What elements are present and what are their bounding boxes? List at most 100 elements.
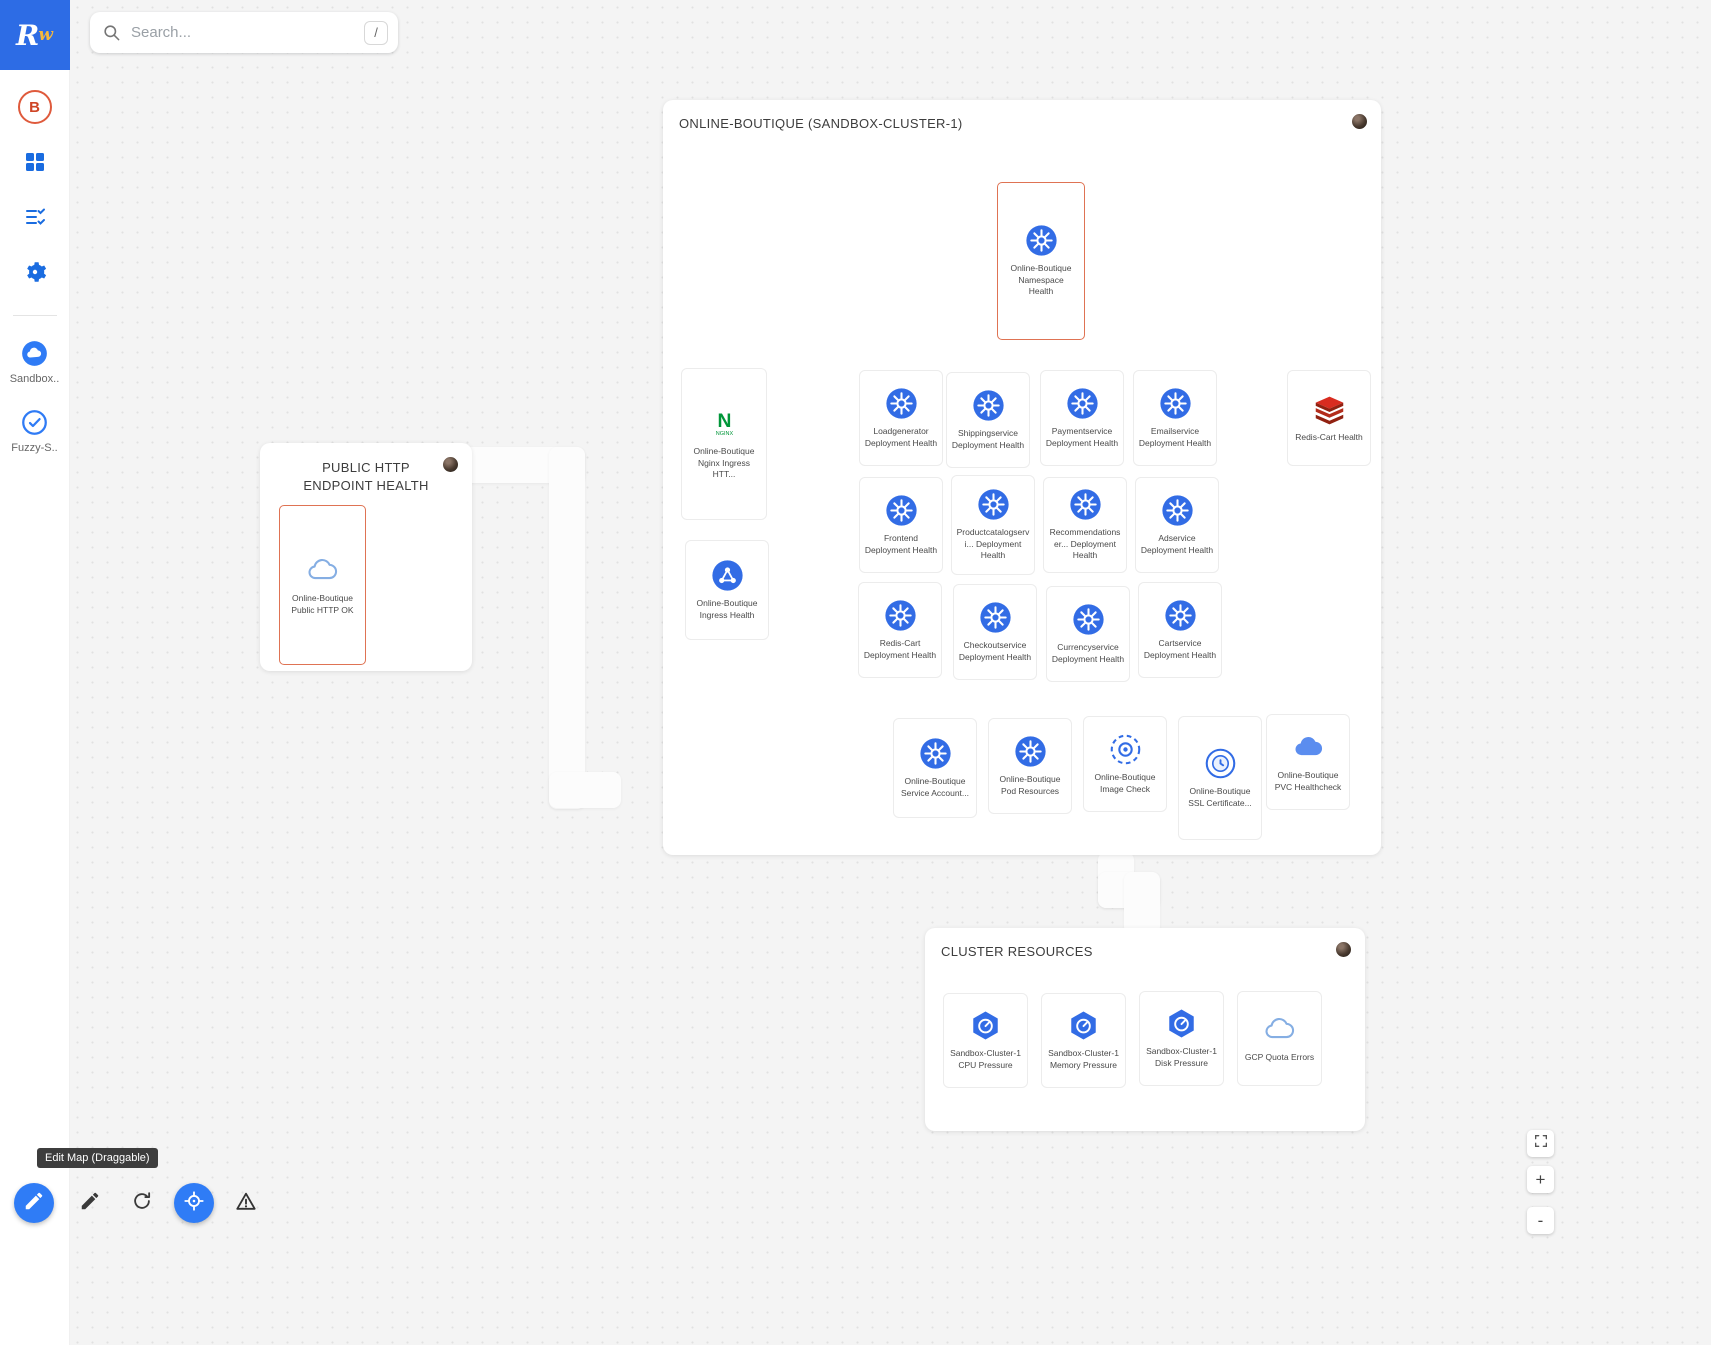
workspace-label: Sandbox.. xyxy=(10,373,60,385)
logo-letter-w: w xyxy=(38,25,53,45)
k8s-icon xyxy=(884,599,917,632)
node-label: Recommendationser... Deployment Health xyxy=(1048,527,1122,563)
sidebar-item-settings[interactable] xyxy=(20,259,50,289)
search-icon xyxy=(102,23,121,42)
warnings-button[interactable] xyxy=(226,1183,266,1223)
group-public-http[interactable]: PUBLIC HTTP ENDPOINT HEALTHOnline-Boutiq… xyxy=(260,443,472,671)
sidebar-item-workspace-sandbox[interactable]: Sandbox.. xyxy=(10,340,60,385)
sidebar-item-workspace-fuzzy[interactable]: Fuzzy-S.. xyxy=(11,409,57,454)
search-input[interactable] xyxy=(131,24,354,41)
zoom-in-button[interactable]: + xyxy=(1527,1166,1554,1193)
k8s-icon xyxy=(1025,224,1058,257)
fit-view-button[interactable] xyxy=(1527,1130,1554,1157)
map-node-shippingservice-deployment[interactable]: Shippingservice Deployment Health xyxy=(946,372,1030,468)
map-node-adservice-deployment[interactable]: Adservice Deployment Health xyxy=(1135,477,1219,573)
map-node-pvc-healthcheck[interactable]: Online-Boutique PVC Healthcheck xyxy=(1266,714,1350,810)
svg-text:N: N xyxy=(717,411,731,432)
sidebar-item-map[interactable] xyxy=(20,149,50,179)
nginx-icon: NNGINX xyxy=(708,407,741,440)
locate-button[interactable] xyxy=(174,1183,214,1223)
group-title: ONLINE-BOUTIQUE (SANDBOX-CLUSTER-1) xyxy=(679,115,1341,133)
warning-icon xyxy=(235,1190,257,1217)
k8s-icon xyxy=(1072,603,1105,636)
node-label: Online-Boutique Pod Resources xyxy=(993,774,1067,798)
map-node-emailservice-deployment[interactable]: Emailservice Deployment Health xyxy=(1133,370,1217,466)
k8s-icon xyxy=(972,389,1005,422)
node-label: Sandbox-Cluster-1 CPU Pressure xyxy=(948,1048,1023,1072)
map-node-service-accounts[interactable]: Online-Boutique Service Account... xyxy=(893,718,977,818)
group-cluster-resources[interactable]: CLUSTER RESOURCESSandbox-Cluster-1 CPU P… xyxy=(925,928,1365,1131)
map-node-productcatalog-deployment[interactable]: Productcatalogservi... Deployment Health xyxy=(951,475,1035,575)
search-shortcut-badge: / xyxy=(364,21,388,45)
connector-pipe xyxy=(1124,872,1160,934)
k8s-icon xyxy=(1164,599,1197,632)
group-owner-avatar xyxy=(1352,114,1367,129)
node-label: Paymentservice Deployment Health xyxy=(1045,426,1119,450)
node-label: Online-Boutique SSL Certificate... xyxy=(1183,786,1257,810)
ingress-icon xyxy=(711,559,744,592)
k8s-icon xyxy=(919,737,952,770)
connector-pipe xyxy=(549,447,585,809)
search-bar[interactable]: / xyxy=(90,12,398,53)
workspace-label: Fuzzy-S.. xyxy=(11,442,57,454)
sidebar: Rw B Sandbox.. Fuzzy-S.. xyxy=(0,0,70,1345)
node-label: Redis-Cart Deployment Health xyxy=(863,638,937,662)
map-node-cartservice-deployment[interactable]: Cartservice Deployment Health xyxy=(1138,582,1222,678)
map-node-redis-cart-health[interactable]: Redis-Cart Health xyxy=(1287,370,1371,466)
map-node-image-check[interactable]: Online-Boutique Image Check xyxy=(1083,716,1167,812)
map-node-pod-resources[interactable]: Online-Boutique Pod Resources xyxy=(988,718,1072,814)
reset-view-button[interactable] xyxy=(122,1183,162,1223)
hexagon-icon xyxy=(1165,1007,1198,1040)
hexagon-icon xyxy=(1067,1009,1100,1042)
map-node-gcp-quota-errors[interactable]: GCP Quota Errors xyxy=(1237,991,1322,1086)
node-label: Emailservice Deployment Health xyxy=(1138,426,1212,450)
map-node-paymentservice-deployment[interactable]: Paymentservice Deployment Health xyxy=(1040,370,1124,466)
map-node-loadgenerator-deployment[interactable]: Loadgenerator Deployment Health xyxy=(859,370,943,466)
edit-map-tooltip: Edit Map (Draggable) xyxy=(37,1148,158,1168)
user-avatar[interactable]: B xyxy=(18,90,52,124)
map-node-redis-cart-deployment[interactable]: Redis-Cart Deployment Health xyxy=(858,582,942,678)
map-node-currencyservice-deployment[interactable]: Currencyservice Deployment Health xyxy=(1046,586,1130,682)
cloud-filled-icon xyxy=(1292,731,1325,764)
map-node-namespace-health[interactable]: Online-Boutique Namespace Health xyxy=(1003,218,1079,305)
check-circle-icon xyxy=(21,409,48,436)
node-label: Cartservice Deployment Health xyxy=(1143,638,1217,662)
node-label: Sandbox-Cluster-1 Memory Pressure xyxy=(1046,1048,1121,1072)
k8s-icon xyxy=(1014,735,1047,768)
k8s-icon xyxy=(1069,488,1102,521)
sidebar-item-tasks[interactable] xyxy=(20,204,50,234)
k8s-icon xyxy=(1066,387,1099,420)
map-node-cpu-pressure[interactable]: Sandbox-Cluster-1 CPU Pressure xyxy=(943,993,1028,1088)
node-label: Currencyservice Deployment Health xyxy=(1051,642,1125,666)
map-node-disk-pressure[interactable]: Sandbox-Cluster-1 Disk Pressure xyxy=(1139,991,1224,1086)
draw-button[interactable] xyxy=(70,1183,110,1223)
sidebar-divider xyxy=(13,315,57,316)
cloud-outline-icon xyxy=(306,554,339,587)
map-node-checkoutservice-deployment[interactable]: Checkoutservice Deployment Health xyxy=(953,584,1037,680)
edit-map-button[interactable] xyxy=(14,1183,54,1223)
map-node-recommendation-deployment[interactable]: Recommendationser... Deployment Health xyxy=(1043,477,1127,573)
logo-letter-r: R xyxy=(16,19,39,52)
map-node-ingress-health[interactable]: Online-Boutique Ingress Health xyxy=(685,540,769,640)
zoom-out-button[interactable]: - xyxy=(1527,1207,1554,1234)
connector-pipe xyxy=(549,772,621,808)
node-label: Online-Boutique Service Account... xyxy=(898,776,972,800)
map-node-ssl-certificate[interactable]: Online-Boutique SSL Certificate... xyxy=(1178,716,1262,840)
map-node-frontend-deployment[interactable]: Frontend Deployment Health xyxy=(859,477,943,573)
node-label: Online-Boutique Public HTTP OK xyxy=(289,593,356,617)
scan-icon xyxy=(1109,733,1142,766)
node-label: Online-Boutique Namespace Health xyxy=(1007,263,1075,299)
map-node-public-http-ok[interactable]: Online-Boutique Public HTTP OK xyxy=(285,548,360,623)
map-node-memory-pressure[interactable]: Sandbox-Cluster-1 Memory Pressure xyxy=(1041,993,1126,1088)
redis-icon xyxy=(1313,393,1346,426)
app-logo[interactable]: Rw xyxy=(0,0,70,70)
pencil-icon xyxy=(79,1190,101,1217)
node-label: Checkoutservice Deployment Health xyxy=(958,640,1032,664)
svg-text:NGINX: NGINX xyxy=(715,431,733,437)
map-node-nginx-ingress-http[interactable]: NNGINXOnline-Boutique Nginx Ingress HTT.… xyxy=(681,368,767,520)
group-owner-avatar xyxy=(443,457,458,472)
node-label: Online-Boutique Ingress Health xyxy=(690,598,764,622)
k8s-icon xyxy=(977,488,1010,521)
node-label: Redis-Cart Health xyxy=(1295,432,1363,444)
group-online-boutique[interactable]: ONLINE-BOUTIQUE (SANDBOX-CLUSTER-1) Onlin… xyxy=(663,100,1381,855)
